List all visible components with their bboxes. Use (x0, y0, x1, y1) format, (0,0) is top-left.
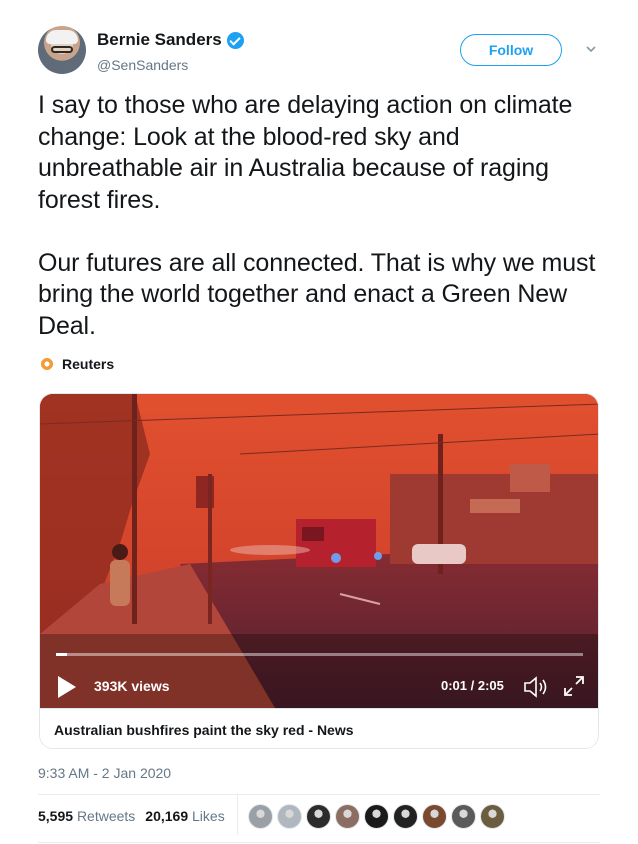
author-handle[interactable]: @SenSanders (97, 56, 244, 74)
author-name[interactable]: Bernie Sanders (97, 30, 244, 50)
tweet-paragraph-1: I say to those who are delaying action o… (38, 91, 580, 214)
tweet-stats: 5,595 Retweets 20,169 Likes (38, 808, 225, 824)
avatar-hair (46, 30, 78, 44)
liker-avatar[interactable] (451, 804, 476, 829)
video-progress-fill (56, 653, 67, 656)
verified-badge-icon (226, 31, 244, 49)
author-block[interactable]: Bernie Sanders @SenSanders (97, 30, 244, 74)
tweet-text: I say to those who are delaying action o… (38, 90, 608, 342)
video-card[interactable]: 393K views 0:01 / 2:05 Australian bushfi… (39, 393, 599, 749)
media-source[interactable]: Reuters (40, 356, 114, 372)
liker-avatar[interactable] (364, 804, 389, 829)
retweets-stat[interactable]: 5,595 Retweets (38, 808, 135, 824)
liker-avatar[interactable] (277, 804, 302, 829)
tweet-paragraph-2: Our futures are all connected. That is w… (38, 248, 603, 340)
expand-icon[interactable] (563, 675, 585, 697)
liker-avatar[interactable] (393, 804, 418, 829)
video-caption[interactable]: Australian bushfires paint the sky red -… (54, 722, 354, 738)
divider-bottom (38, 842, 600, 843)
video-time: 0:01 / 2:05 (441, 678, 504, 693)
video-views: 393K views (94, 678, 170, 694)
video-progress-bar[interactable] (56, 653, 583, 656)
play-icon[interactable] (58, 676, 76, 698)
liker-avatar[interactable] (248, 804, 273, 829)
reuters-logo-icon (40, 357, 54, 371)
likes-label[interactable]: Likes (192, 808, 225, 824)
liker-avatar[interactable] (306, 804, 331, 829)
likes-stat[interactable]: 20,169 Likes (145, 808, 224, 824)
avatar-glasses (51, 46, 73, 53)
volume-icon[interactable] (523, 675, 549, 699)
video-player[interactable]: 393K views 0:01 / 2:05 (40, 394, 598, 708)
tweet-header: Bernie Sanders @SenSanders Follow (38, 26, 618, 82)
likes-count[interactable]: 20,169 (145, 808, 188, 824)
retweets-label[interactable]: Retweets (77, 808, 135, 824)
chevron-down-icon[interactable] (586, 44, 596, 54)
divider-top (38, 794, 600, 795)
likers-avatars[interactable] (248, 804, 509, 829)
video-frame-image (40, 394, 598, 708)
liker-avatar[interactable] (480, 804, 505, 829)
liker-avatar[interactable] (422, 804, 447, 829)
author-display-name[interactable]: Bernie Sanders (97, 30, 222, 50)
source-label[interactable]: Reuters (62, 356, 114, 372)
retweets-count[interactable]: 5,595 (38, 808, 73, 824)
avatar[interactable] (38, 26, 86, 74)
stats-separator (237, 795, 238, 835)
liker-avatar[interactable] (335, 804, 360, 829)
video-caption-bar[interactable]: Australian bushfires paint the sky red -… (40, 708, 598, 748)
tweet-timestamp[interactable]: 9:33 AM - 2 Jan 2020 (38, 765, 171, 781)
follow-button[interactable]: Follow (460, 34, 562, 66)
